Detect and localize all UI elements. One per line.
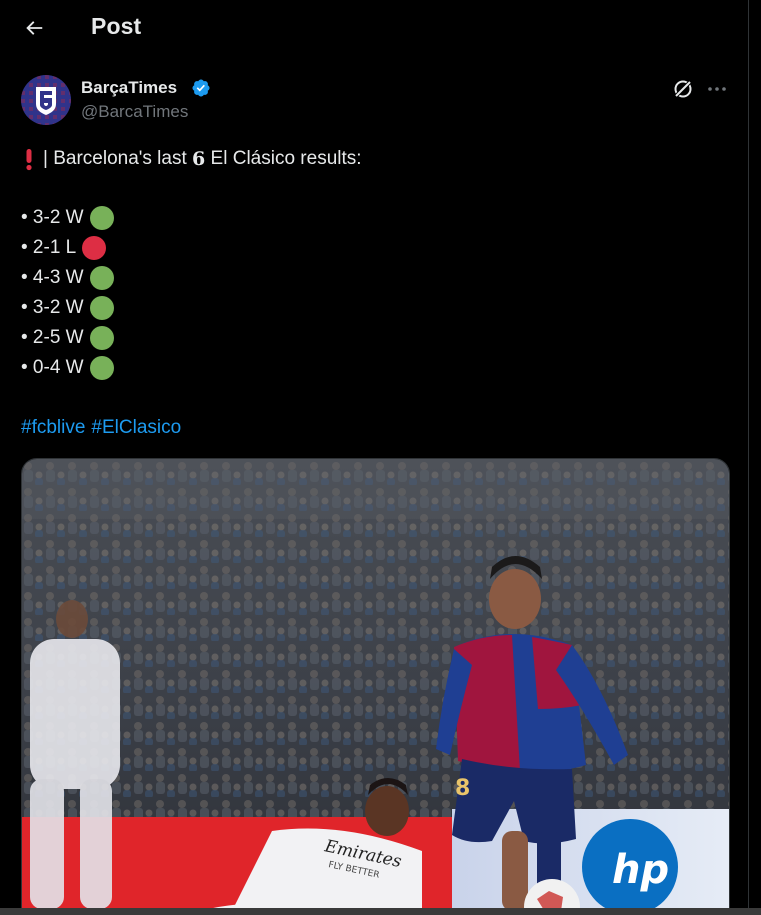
green-circle-icon	[89, 326, 114, 350]
intro-suffix: El Clásico results:	[205, 148, 362, 169]
post-panel: Post BarçaTimes @BarcaTimes | Barcelona'…	[0, 0, 749, 915]
barcatimes-logo-icon	[21, 75, 71, 125]
intro-prefix: | Barcelona's last	[43, 148, 193, 169]
post-header: Post	[0, 0, 748, 56]
result-text: • 3-2 W	[21, 297, 84, 318]
green-circle-icon	[89, 296, 114, 320]
result-text: • 0-4 W	[21, 357, 84, 378]
more-horizontal-icon	[708, 87, 726, 91]
grok-button[interactable]	[671, 77, 695, 101]
back-button[interactable]	[16, 10, 52, 46]
match-photo: hp 8 Emirates FLY BETTER	[22, 459, 729, 915]
player-number: 8	[455, 776, 470, 801]
verified-badge-icon	[192, 79, 210, 97]
hashtags: #fcblive #ElClasico	[21, 414, 187, 442]
grok-icon	[673, 79, 693, 99]
result-text: • 3-2 W	[21, 207, 84, 228]
intro-number: 6	[192, 148, 206, 170]
result-line: • 0-4 W	[21, 354, 114, 382]
red-circle-icon	[82, 236, 107, 260]
bottom-edge-bar	[0, 908, 761, 915]
svg-text:hp: hp	[612, 847, 669, 893]
author-name[interactable]: BarçaTimes	[81, 78, 177, 98]
result-line: • 3-2 W	[21, 204, 114, 232]
page-title: Post	[91, 13, 142, 39]
arrow-left-icon	[26, 21, 43, 35]
result-line: • 2-5 W	[21, 324, 114, 352]
green-circle-icon	[89, 356, 114, 380]
more-options-button[interactable]	[704, 77, 730, 101]
exclamation-icon	[24, 147, 34, 171]
author-handle[interactable]: @BarcaTimes	[81, 102, 188, 122]
green-circle-icon	[89, 206, 114, 230]
green-circle-icon	[89, 266, 114, 290]
hashtag-link[interactable]: #ElClasico	[91, 417, 181, 439]
result-line: • 4-3 W	[21, 264, 114, 292]
result-text: • 2-5 W	[21, 327, 84, 348]
tweet-intro: | Barcelona's last 6 El Clásico results:	[24, 145, 362, 173]
hashtag-link[interactable]: #fcblive	[21, 417, 85, 439]
result-line: • 3-2 W	[21, 294, 114, 322]
avatar[interactable]	[21, 75, 71, 125]
result-text: • 2-1 L	[21, 237, 77, 258]
scrollbar-track[interactable]	[749, 0, 761, 915]
result-line: • 2-1 L	[21, 234, 107, 262]
tweet-media-image[interactable]: hp 8 Emirates FLY BETTER	[21, 458, 730, 915]
result-text: • 4-3 W	[21, 267, 84, 288]
